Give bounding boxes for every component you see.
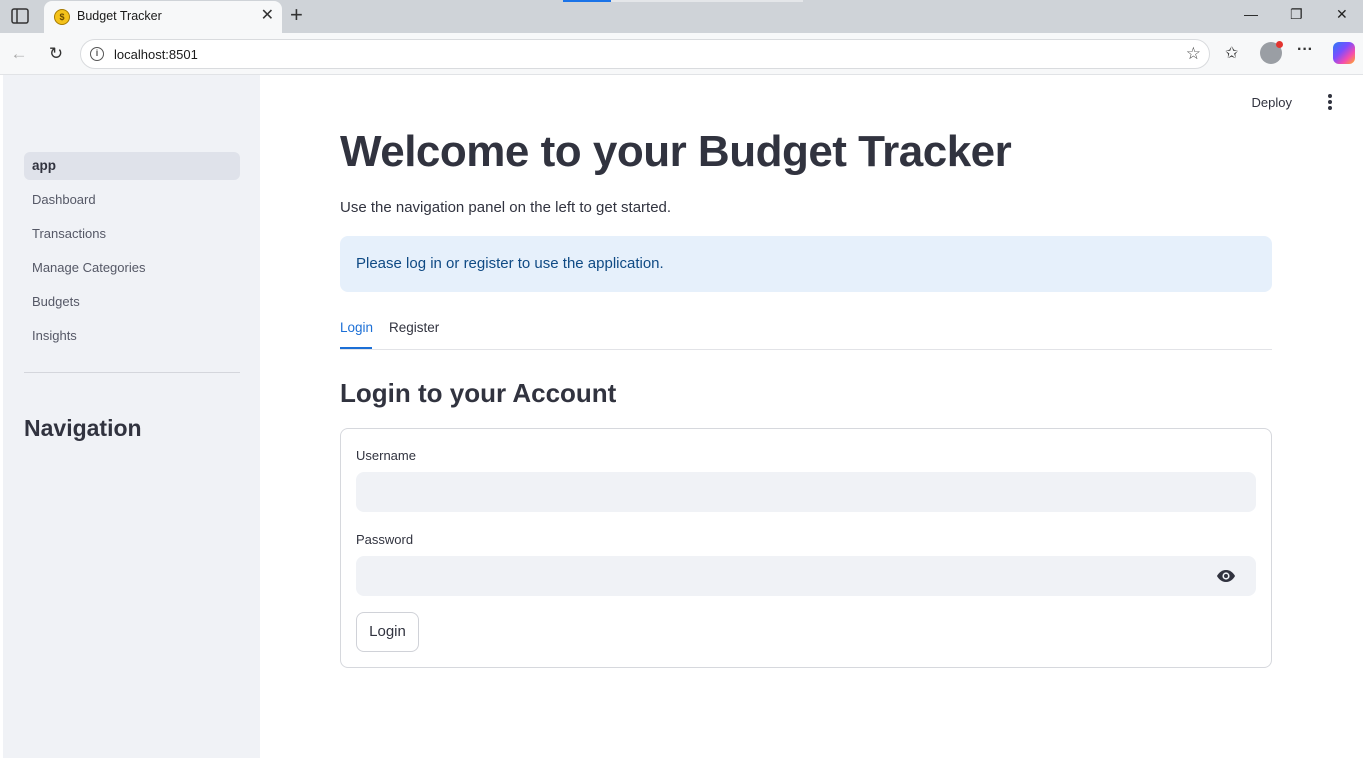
favorites-icon[interactable]: ✩: [1225, 43, 1238, 63]
sidebar-item-budgets[interactable]: Budgets: [24, 288, 240, 316]
loading-indicator: [563, 0, 611, 2]
info-icon[interactable]: i: [90, 47, 104, 61]
password-label: Password: [356, 532, 414, 547]
sidebar-item-transactions[interactable]: Transactions: [24, 220, 240, 248]
page-title: Welcome to your Budget Tracker: [340, 127, 1012, 176]
eye-icon[interactable]: [1216, 568, 1236, 584]
sidebar-divider: [24, 372, 240, 373]
new-tab-icon[interactable]: +: [290, 4, 303, 26]
url-text: localhost:8501: [114, 47, 198, 62]
username-field[interactable]: [356, 472, 1256, 512]
address-bar: ← ↻ i localhost:8501 ☆ ✩ ···: [0, 33, 1363, 75]
money-bag-icon: $: [54, 9, 70, 25]
auth-tabs: Login Register: [340, 312, 1272, 350]
window-close-icon[interactable]: ✕: [1336, 6, 1348, 23]
restore-icon[interactable]: ❐: [1290, 6, 1303, 23]
close-icon[interactable]: ✕: [261, 8, 274, 24]
info-alert: Please log in or register to use the app…: [340, 236, 1272, 292]
tab-login[interactable]: Login: [340, 320, 373, 335]
sidebar-heading: Navigation: [24, 415, 142, 441]
active-tab-indicator: [340, 347, 372, 349]
reload-icon[interactable]: ↻: [45, 43, 67, 65]
main-content: Deploy Welcome to your Budget Tracker Us…: [260, 75, 1363, 758]
back-arrow-icon[interactable]: ←: [8, 43, 30, 65]
url-field[interactable]: i localhost:8501 ☆: [80, 39, 1210, 69]
tab-title: Budget Tracker: [77, 9, 162, 23]
more-icon[interactable]: ···: [1297, 41, 1313, 59]
sidebar-nav: app Dashboard Transactions Manage Catego…: [24, 152, 240, 356]
deploy-button[interactable]: Deploy: [1252, 95, 1292, 110]
copilot-icon[interactable]: [1333, 42, 1355, 64]
star-icon[interactable]: ☆: [1186, 44, 1201, 64]
page-subtitle: Use the navigation panel on the left to …: [340, 199, 672, 216]
loading-track: [611, 0, 803, 2]
username-label: Username: [356, 448, 416, 463]
sidebar: app Dashboard Transactions Manage Catego…: [3, 75, 260, 758]
sidebar-item-dashboard[interactable]: Dashboard: [24, 186, 240, 214]
sidebar-item-manage-categories[interactable]: Manage Categories: [24, 254, 240, 282]
tab-register[interactable]: Register: [389, 320, 439, 335]
login-button[interactable]: Login: [356, 612, 419, 652]
sidebar-toggle-icon[interactable]: [10, 7, 30, 25]
info-alert-text: Please log in or register to use the app…: [356, 255, 664, 272]
minimize-icon[interactable]: —: [1244, 6, 1258, 22]
streamlit-app: app Dashboard Transactions Manage Catego…: [0, 75, 1363, 758]
sidebar-item-app[interactable]: app: [24, 152, 240, 180]
sidebar-item-insights[interactable]: Insights: [24, 322, 240, 350]
main-menu-icon[interactable]: [1323, 93, 1337, 111]
notification-dot: [1276, 41, 1283, 48]
login-form: Username Password Login: [340, 428, 1272, 668]
browser-tab[interactable]: $ Budget Tracker ✕: [44, 1, 282, 33]
password-field[interactable]: [356, 556, 1256, 596]
browser-tab-bar: $ Budget Tracker ✕ + — ❐ ✕: [0, 0, 1363, 33]
section-heading: Login to your Account: [340, 378, 617, 408]
